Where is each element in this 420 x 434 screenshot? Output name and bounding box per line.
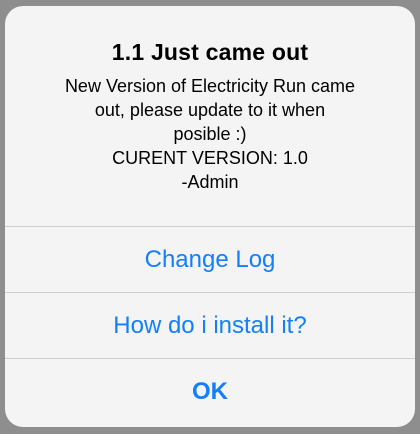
how-to-install-button[interactable]: How do i install it? [5, 293, 415, 358]
ok-button[interactable]: OK [5, 359, 415, 424]
alert-body: 1.1 Just came out New Version of Electri… [5, 6, 415, 226]
change-log-button[interactable]: Change Log [5, 227, 415, 292]
alert-dialog: 1.1 Just came out New Version of Electri… [5, 6, 415, 427]
alert-message: New Version of Electricity Run came out,… [64, 76, 356, 192]
alert-title: 1.1 Just came out [111, 39, 309, 65]
